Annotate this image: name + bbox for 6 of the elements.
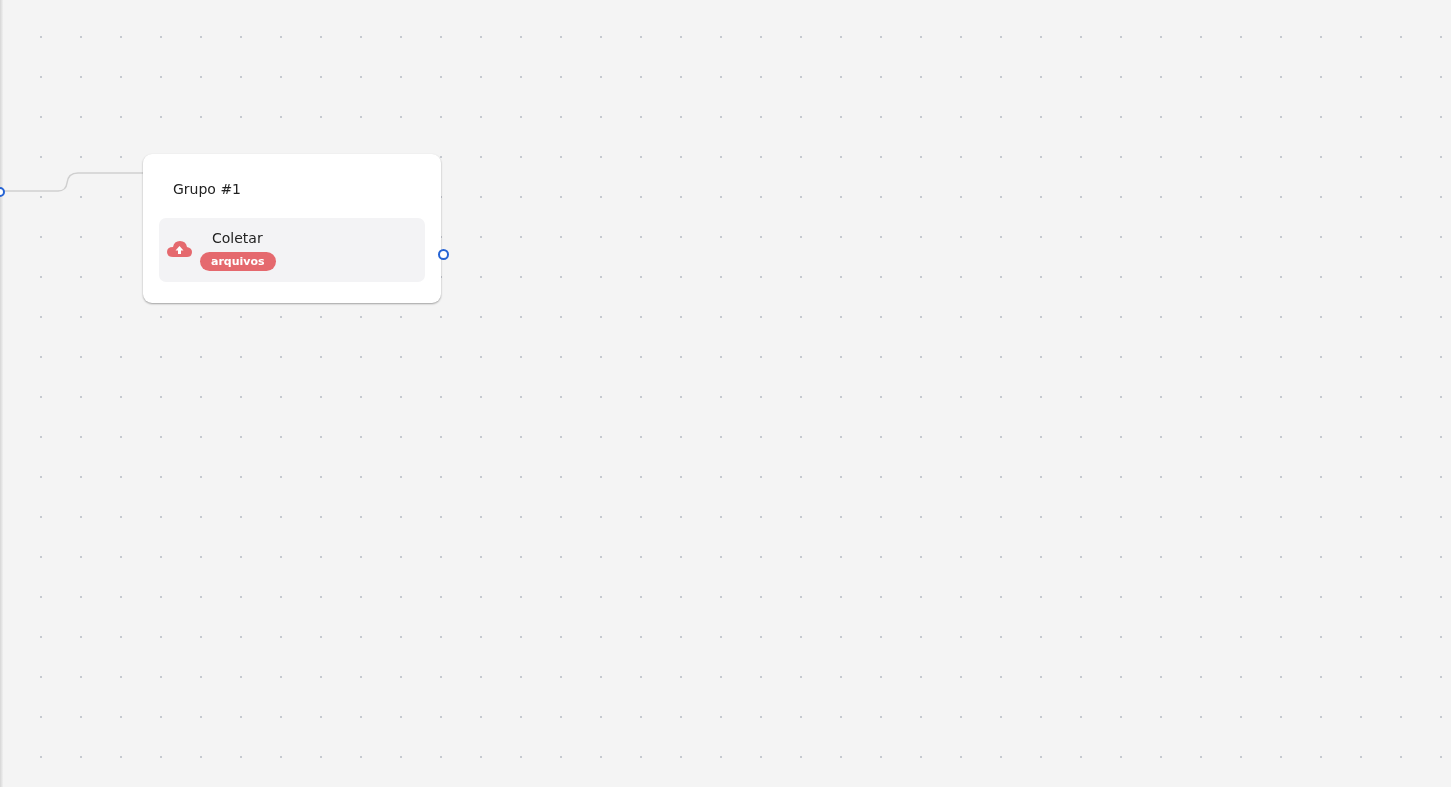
step-card[interactable]: Coletar arquivos [159,218,425,282]
step-tag: arquivos [200,251,276,271]
group-node[interactable]: Grupo #1 Coletar arquivos [143,154,441,303]
output-handle[interactable] [438,249,449,260]
step-title: Coletar [212,229,263,246]
node-title: Grupo #1 [173,181,243,197]
